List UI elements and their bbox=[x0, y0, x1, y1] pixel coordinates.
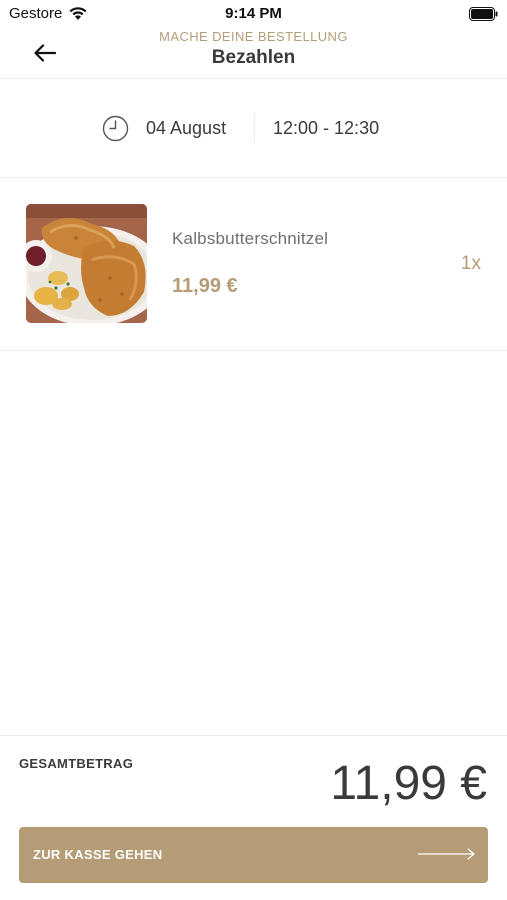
nav-header: MACHE DEINE BESTELLUNG Bezahlen bbox=[0, 28, 507, 79]
item-name: Kalbsbutterschnitzel bbox=[172, 229, 329, 248]
item-image bbox=[26, 204, 147, 323]
page-subtitle: MACHE DEINE BESTELLUNG bbox=[159, 29, 348, 44]
order-item[interactable]: Kalbsbutterschnitzel 11,99 € 1x bbox=[0, 178, 507, 351]
checkout-button-label: ZUR KASSE GEHEN bbox=[33, 847, 163, 862]
arrow-right-icon bbox=[418, 848, 475, 860]
clock-icon bbox=[102, 115, 129, 142]
pickup-schedule: 04 August 12:00 - 12:30 bbox=[0, 79, 507, 178]
item-price: 11,99 € bbox=[172, 275, 238, 297]
payment-screen: Gestore 9:14 PM MACHE DEINE BESTELLUNG B… bbox=[0, 0, 507, 900]
schedule-divider bbox=[254, 114, 255, 143]
total-label: GESAMTBETRAG bbox=[19, 756, 134, 771]
clock-time: 9:14 PM bbox=[225, 5, 282, 22]
checkout-button[interactable]: ZUR KASSE GEHEN bbox=[19, 827, 488, 883]
pickup-time-slot[interactable]: 12:00 - 12:30 bbox=[273, 118, 379, 139]
checkout-footer: GESAMTBETRAG 11,99 € ZUR KASSE GEHEN bbox=[0, 735, 507, 900]
item-quantity: 1x bbox=[460, 253, 481, 274]
battery-icon bbox=[469, 7, 498, 21]
page-title: Bezahlen bbox=[211, 47, 296, 68]
pickup-date[interactable]: 04 August bbox=[146, 118, 226, 139]
status-bar: Gestore 9:14 PM bbox=[0, 0, 507, 28]
total-amount: 11,99 € bbox=[330, 757, 487, 810]
